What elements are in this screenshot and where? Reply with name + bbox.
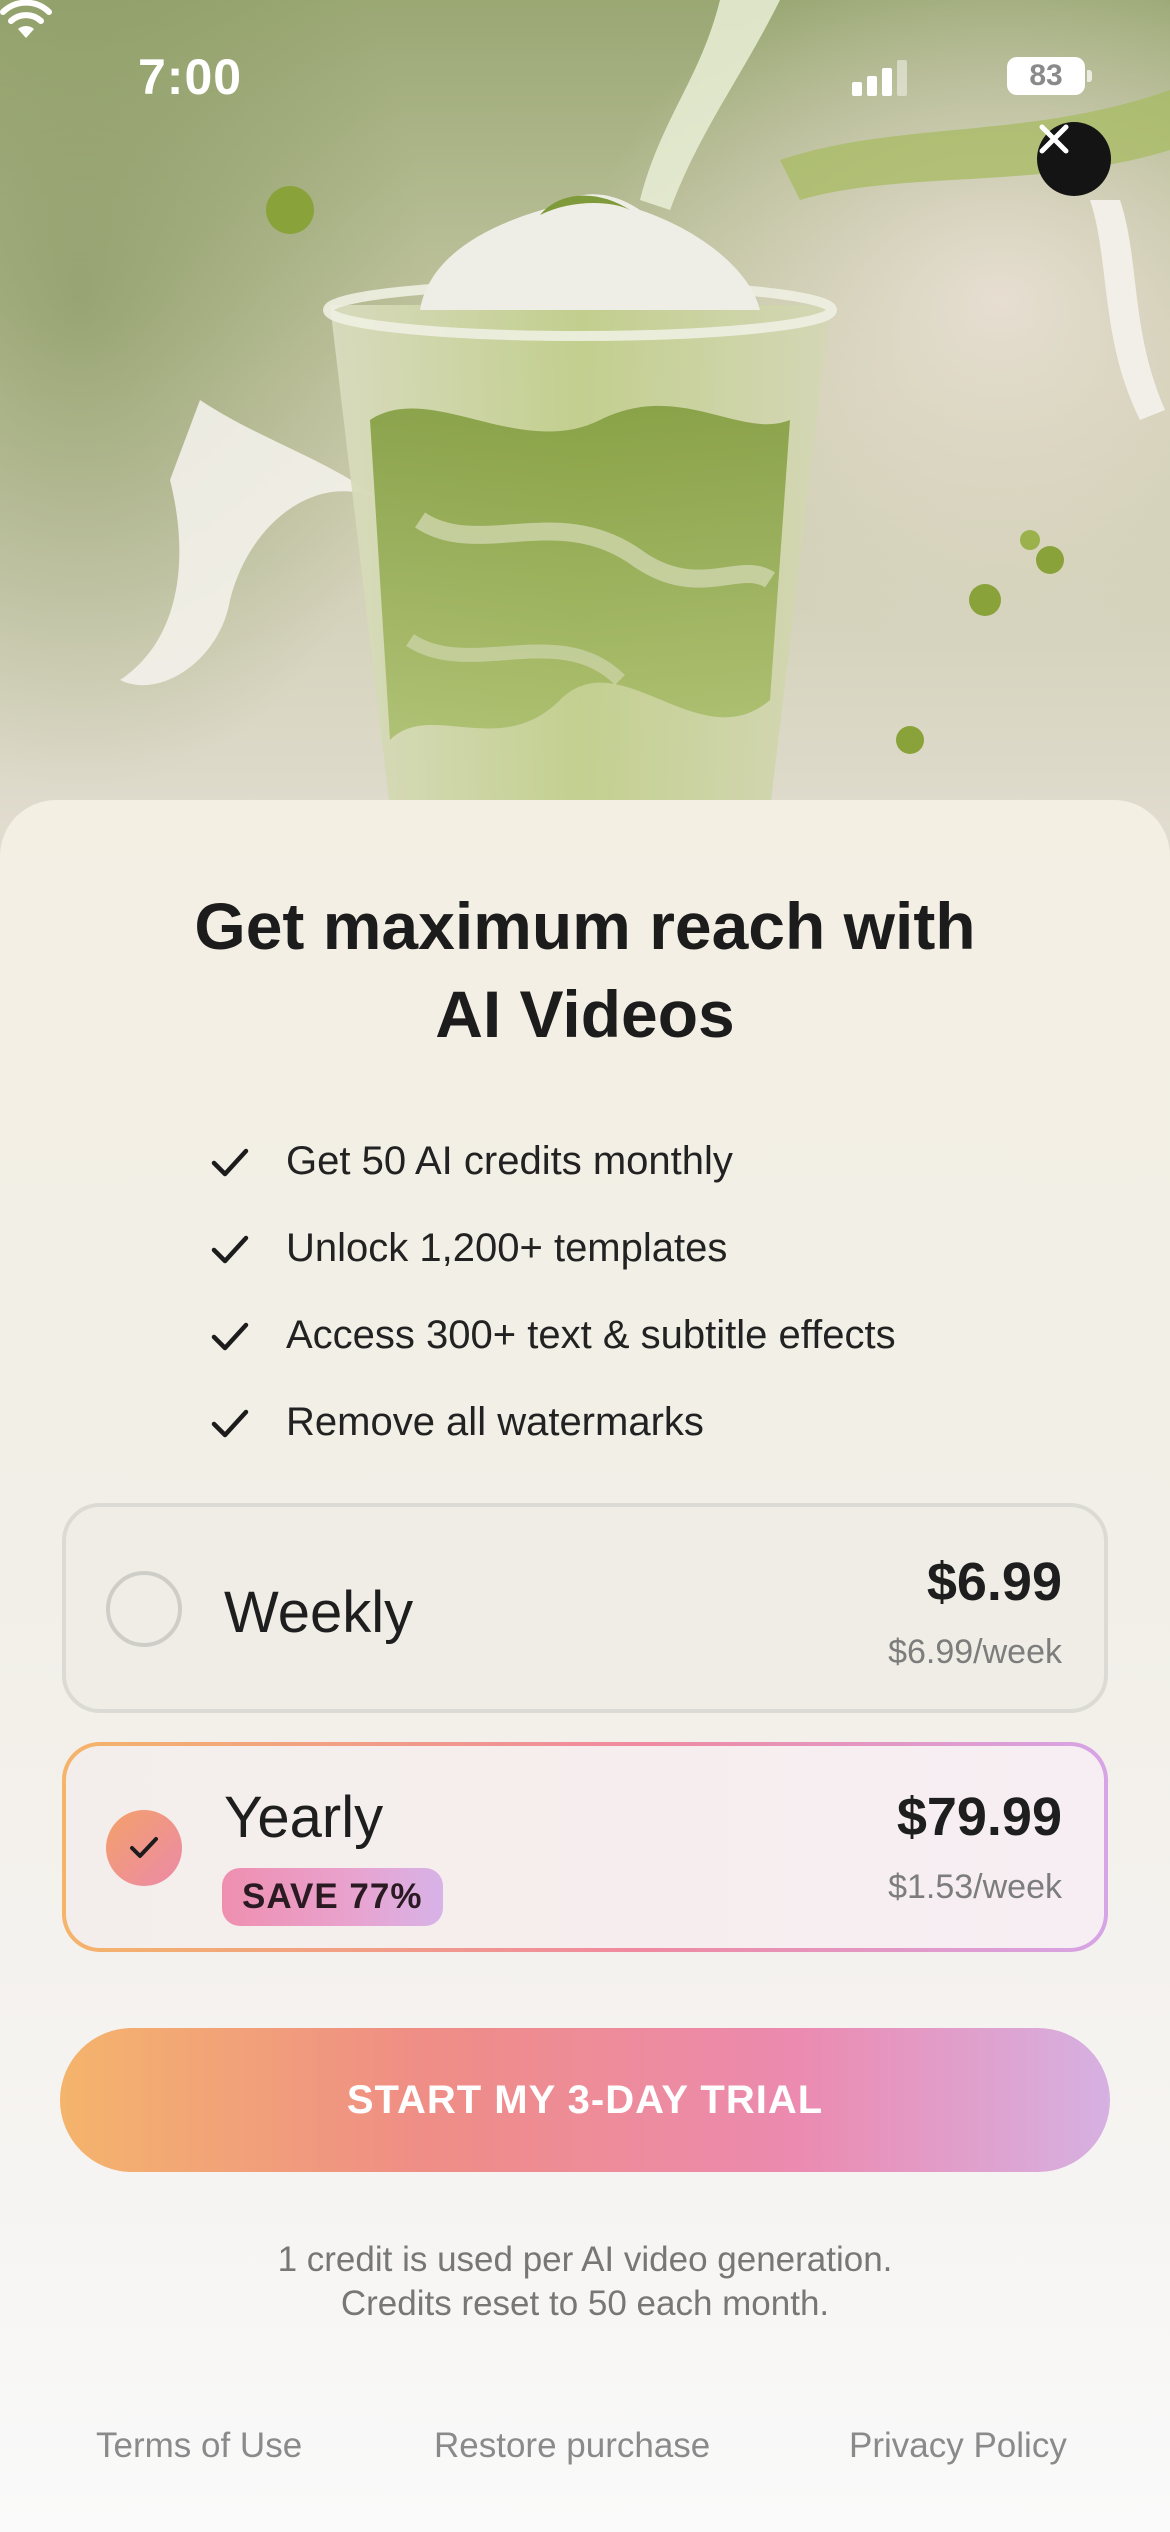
- checkmark-icon: [211, 1409, 249, 1437]
- plan-price: $79.99: [896, 1787, 1062, 1847]
- title-line-1: Get maximum reach with: [194, 889, 976, 963]
- hero-image: 7:00 83: [0, 0, 1170, 860]
- feature-item: Unlock 1,200+ templates: [210, 1205, 896, 1292]
- checkmark-icon: [211, 1235, 249, 1263]
- plan-name: Weekly: [224, 1580, 414, 1645]
- restore-purchase-link[interactable]: Restore purchase: [434, 2426, 710, 2466]
- feature-label: Access 300+ text & subtitle effects: [286, 1313, 896, 1357]
- savings-badge: SAVE 77%: [222, 1868, 443, 1926]
- page-title: Get maximum reach with AI Videos: [0, 882, 1170, 1058]
- feature-label: Unlock 1,200+ templates: [286, 1226, 728, 1270]
- plan-price-per-week: $6.99/week: [888, 1633, 1062, 1671]
- checkmark-icon: [211, 1148, 249, 1176]
- plan-price: $6.99: [926, 1552, 1062, 1612]
- feature-item: Get 50 AI credits monthly: [210, 1118, 896, 1205]
- plan-name: Yearly: [224, 1785, 384, 1850]
- radio-unchecked-icon[interactable]: [106, 1571, 182, 1647]
- wifi-icon: [0, 0, 52, 38]
- disclaimer-line-1: 1 credit is used per AI video generation…: [277, 2240, 893, 2279]
- plan-card-inner: Yearly SAVE 77% $79.99 $1.53/week: [66, 1746, 1104, 1948]
- feature-item: Access 300+ text & subtitle effects: [210, 1292, 896, 1379]
- status-bar: 7:00 83: [0, 0, 1170, 150]
- credits-disclaimer: 1 credit is used per AI video generation…: [0, 2238, 1170, 2326]
- feature-label: Get 50 AI credits monthly: [286, 1139, 733, 1183]
- feature-list: Get 50 AI credits monthly Unlock 1,200+ …: [210, 1118, 896, 1466]
- terms-of-use-link[interactable]: Terms of Use: [96, 2426, 302, 2466]
- disclaimer-line-2: Credits reset to 50 each month.: [340, 2284, 830, 2323]
- checkmark-icon: [211, 1322, 249, 1350]
- paywall-sheet: Get maximum reach with AI Videos Get 50 …: [0, 800, 1170, 2532]
- privacy-policy-link[interactable]: Privacy Policy: [849, 2426, 1067, 2466]
- close-button[interactable]: [1037, 122, 1111, 196]
- plan-option-yearly[interactable]: Yearly SAVE 77% $79.99 $1.53/week: [62, 1742, 1108, 1952]
- plan-price-per-week: $1.53/week: [888, 1868, 1062, 1906]
- status-time: 7:00: [138, 49, 243, 105]
- radio-checked-icon[interactable]: [106, 1810, 182, 1886]
- feature-item: Remove all watermarks: [210, 1379, 896, 1466]
- plan-option-weekly[interactable]: Weekly $6.99 $6.99/week: [62, 1503, 1108, 1713]
- checkmark-icon: [130, 1837, 158, 1858]
- cellular-signal-icon: [852, 60, 908, 96]
- start-trial-button[interactable]: START MY 3-DAY TRIAL: [60, 2028, 1110, 2172]
- close-icon: [1039, 124, 1069, 154]
- title-line-2: AI Videos: [435, 977, 735, 1051]
- battery-icon: 83: [1007, 57, 1092, 95]
- feature-label: Remove all watermarks: [286, 1400, 704, 1444]
